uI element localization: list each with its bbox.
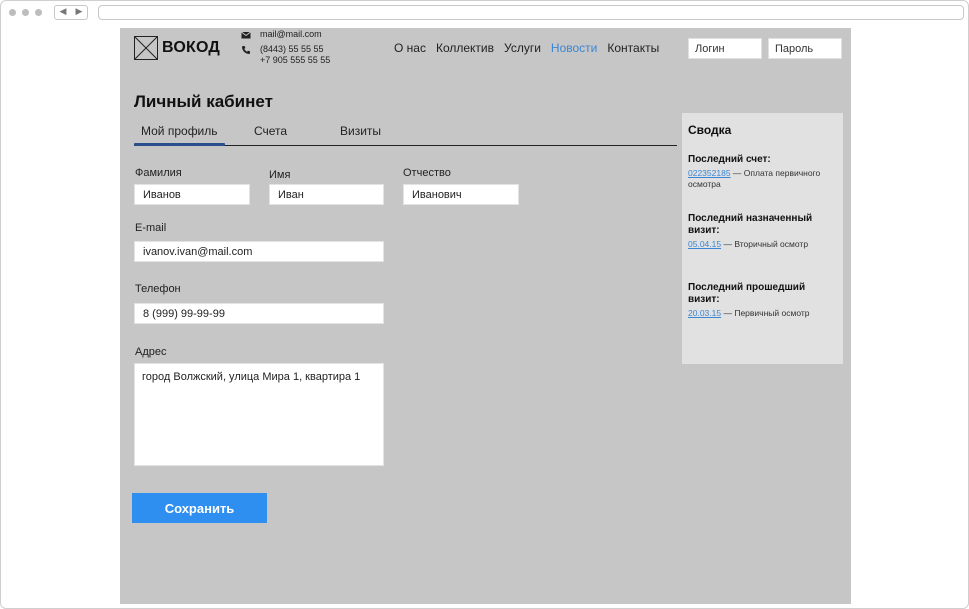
last-scheduled-line: 05.04.15 — Вторичный осмотр: [688, 239, 828, 250]
active-tab-indicator: [134, 143, 225, 146]
profile-tabs: Мой профиль Счета Визиты: [134, 121, 677, 146]
email-field[interactable]: [134, 241, 384, 262]
first-name-field[interactable]: [269, 184, 384, 205]
last-past-line: 20.03.15 — Первичный осмотр: [688, 308, 828, 319]
window-dot-icon[interactable]: [22, 9, 29, 16]
envelope-icon: [241, 31, 251, 39]
contact-phone-2[interactable]: +7 905 555 55 55: [260, 55, 330, 66]
phone-label: Телефон: [135, 283, 181, 295]
browser-window: ◀ ▶ ВОКОД mail@mail.com (8443) 55 55 55 …: [0, 0, 969, 609]
page: ВОКОД mail@mail.com (8443) 55 55 55 +7 9…: [120, 28, 851, 604]
nav-item-about[interactable]: О нас: [394, 41, 426, 55]
login-input[interactable]: [688, 38, 762, 59]
nav-item-news[interactable]: Новости: [551, 41, 597, 55]
window-dot-icon[interactable]: [35, 9, 42, 16]
back-arrow-icon[interactable]: ◀: [60, 8, 67, 17]
window-controls: [9, 9, 42, 16]
window-dot-icon[interactable]: [9, 9, 16, 16]
browser-nav-buttons: ◀ ▶: [54, 5, 88, 20]
last-past-heading: Последний прошедший визит:: [688, 282, 806, 305]
address-label: Адрес: [135, 346, 167, 358]
contact-phone-1[interactable]: (8443) 55 55 55: [260, 44, 330, 55]
address-field[interactable]: город Волжский, улица Мира 1, квартира 1: [134, 363, 384, 466]
header-contacts: mail@mail.com (8443) 55 55 55 +7 905 555…: [241, 29, 330, 70]
last-name-field[interactable]: [134, 184, 250, 205]
last-name-label: Фамилия: [135, 167, 182, 179]
last-scheduled-heading: Последний назначенный визит:: [688, 213, 813, 236]
password-input[interactable]: [768, 38, 842, 59]
address-bar[interactable]: [98, 5, 964, 20]
first-name-label: Имя: [269, 169, 291, 181]
page-title: Личный кабинет: [134, 92, 273, 111]
contact-email[interactable]: mail@mail.com: [260, 29, 322, 40]
summary-panel: Сводка Последний счет: 022352185 — Оплат…: [682, 113, 843, 364]
last-scheduled-text: — Вторичный осмотр: [723, 239, 809, 249]
last-scheduled-link[interactable]: 05.04.15: [688, 239, 721, 249]
last-past-link[interactable]: 20.03.15: [688, 308, 721, 318]
phone-field[interactable]: [134, 303, 384, 324]
logo[interactable]: ВОКОД: [134, 36, 220, 60]
logo-image-icon: [134, 36, 158, 60]
main-nav: О нас Коллектив Услуги Новости Контакты: [394, 41, 659, 55]
last-invoice-heading: Последний счет:: [688, 154, 771, 165]
email-contact: mail@mail.com: [241, 29, 330, 40]
last-scheduled-block: Последний назначенный визит: 05.04.15 — …: [688, 213, 828, 250]
last-invoice-block: Последний счет: 022352185 — Оплата перви…: [688, 154, 838, 190]
patronymic-field[interactable]: [403, 184, 519, 205]
email-label: E-mail: [135, 222, 167, 234]
summary-title: Сводка: [688, 123, 732, 137]
nav-item-services[interactable]: Услуги: [504, 41, 541, 55]
forward-arrow-icon[interactable]: ▶: [76, 8, 83, 17]
last-past-block: Последний прошедший визит: 20.03.15 — Пе…: [688, 282, 828, 319]
logo-text: ВОКОД: [162, 39, 220, 56]
last-invoice-link[interactable]: 022352185: [688, 168, 731, 178]
tab-visits[interactable]: Визиты: [340, 124, 381, 138]
nav-item-team[interactable]: Коллектив: [436, 41, 494, 55]
patronymic-label: Отчество: [403, 167, 451, 179]
save-button[interactable]: Сохранить: [132, 493, 267, 523]
phone-icon: [242, 46, 250, 54]
tab-my-profile[interactable]: Мой профиль: [141, 124, 218, 138]
phone-contact: (8443) 55 55 55 +7 905 555 55 55: [241, 44, 330, 66]
last-invoice-line: 022352185 — Оплата первичного осмотра: [688, 168, 838, 190]
tab-invoices[interactable]: Счета: [254, 124, 287, 138]
nav-item-contacts[interactable]: Контакты: [607, 41, 659, 55]
last-past-text: — Первичный осмотр: [723, 308, 810, 318]
